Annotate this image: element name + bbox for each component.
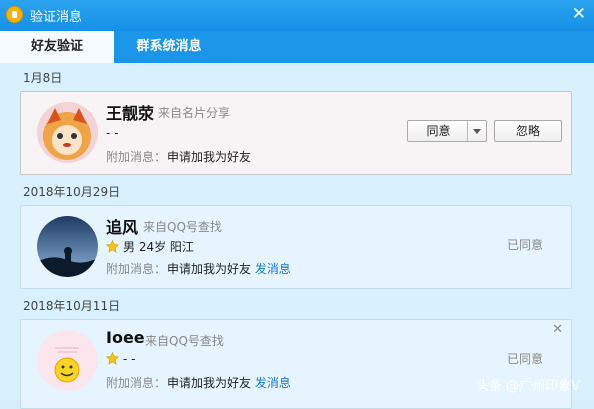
requester-name[interactable]: 王靓荥 [106, 100, 154, 124]
message-list[interactable]: 1月8日 王靓荥 来自名片分享 - - 附加消息： 申请加我为好友 同意 忽略 … [0, 63, 594, 409]
requester-name[interactable]: 追风 [106, 214, 138, 238]
info-text: 男 24岁 阳江 [123, 240, 194, 254]
star-icon [106, 352, 119, 365]
note-text: 申请加我为好友 发消息 [167, 374, 291, 391]
avatar[interactable] [37, 216, 98, 277]
note-text: 申请加我为好友 [167, 150, 252, 164]
watermark: 头条 @广州印象V [475, 379, 580, 394]
note-label: 附加消息： [106, 150, 167, 164]
send-message-link[interactable]: 发消息 [255, 262, 291, 276]
note-label: 附加消息： [106, 262, 167, 276]
requester-info: 男 24岁 阳江 [106, 238, 194, 255]
request-source: 来自QQ号查找 [143, 220, 222, 234]
star-icon [106, 240, 119, 253]
date-header: 2018年10月29日 [23, 185, 121, 199]
request-card[interactable]: 王靓荥 来自名片分享 - - 附加消息： 申请加我为好友 同意 忽略 [20, 91, 572, 175]
tab-friend-verification[interactable]: 好友验证 [0, 31, 114, 63]
close-icon[interactable]: ✕ [552, 322, 563, 337]
status-label: 已同意 [506, 238, 543, 252]
close-icon[interactable]: ✕ [572, 4, 586, 24]
request-source: 来自QQ号查找 [145, 334, 224, 348]
title-bar: 验证消息 ✕ [0, 0, 594, 31]
requester-info: - - [106, 126, 119, 140]
send-message-link[interactable]: 发消息 [255, 376, 291, 390]
request-card[interactable]: 追风 来自QQ号查找 男 24岁 阳江 附加消息： 申请加我为好友 发消息 已同… [20, 205, 572, 289]
accept-label: 同意 [426, 124, 451, 138]
app-icon [6, 6, 23, 23]
note-text: 申请加我为好友 发消息 [167, 260, 291, 277]
status-label: 已同意 [506, 352, 543, 366]
info-text: - - [123, 352, 136, 366]
note-label: 附加消息： [106, 376, 167, 390]
window-title: 验证消息 [30, 10, 83, 25]
note-body: 申请加我为好友 [167, 376, 252, 390]
requester-info: - - [106, 352, 135, 366]
requester-name[interactable]: Ioee [106, 328, 145, 347]
accept-dropdown-button[interactable]: 同意 [407, 120, 487, 142]
date-header: 2018年10月11日 [23, 299, 121, 313]
request-card[interactable]: ✕ Ioee 来自QQ号查找 - - 附加消息： 申请加我为好友 发消息 已同意 [20, 319, 572, 409]
request-source: 来自名片分享 [158, 106, 231, 120]
chevron-down-icon[interactable] [467, 121, 486, 141]
avatar[interactable] [37, 102, 98, 163]
tab-bar: 好友验证 群系统消息 [0, 31, 594, 63]
ignore-button[interactable]: 忽略 [494, 120, 562, 142]
date-header: 1月8日 [23, 71, 63, 85]
avatar[interactable] [37, 330, 98, 391]
note-body: 申请加我为好友 [167, 262, 252, 276]
tab-group-system-messages[interactable]: 群系统消息 [114, 31, 224, 63]
